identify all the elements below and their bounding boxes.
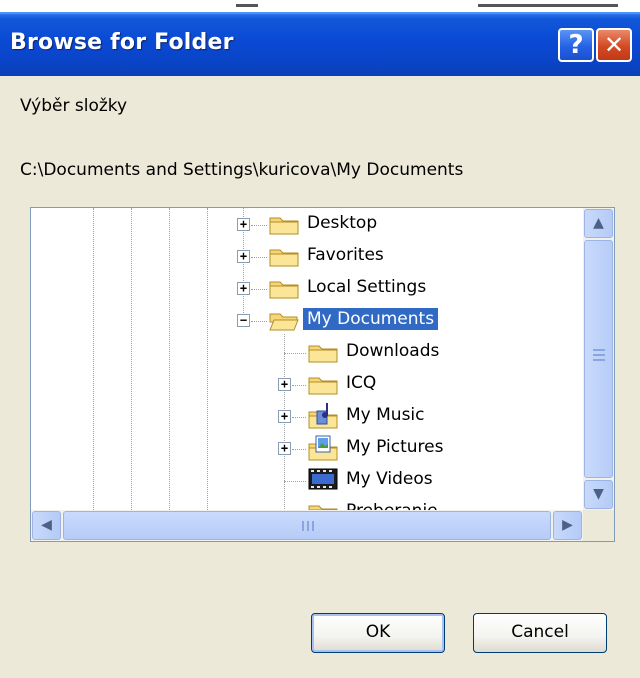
ok-button[interactable]: OK [311, 613, 445, 653]
folder-icon [308, 345, 338, 363]
expand-icon[interactable]: + [237, 282, 250, 295]
vertical-scrollbar[interactable]: ▲ ▼ [583, 208, 614, 510]
videos-folder-icon [308, 468, 338, 490]
folder-icon [308, 377, 338, 395]
pictures-folder-icon [308, 435, 338, 461]
tree-item-label: My Documents [303, 308, 439, 330]
scroll-left-button[interactable]: ◀ [32, 511, 61, 540]
folder-icon [269, 249, 299, 267]
tree-viewport[interactable]: + Desktop + Favorites + Local Settings −… [31, 208, 583, 510]
expand-icon[interactable]: + [237, 250, 250, 263]
expand-icon[interactable]: + [278, 378, 291, 391]
tree-item-icq[interactable]: + ICQ [31, 369, 583, 401]
window-title: Browse for Folder [10, 30, 234, 55]
tree-item-label: ICQ [346, 373, 377, 393]
open-folder-icon [269, 313, 299, 331]
collapse-icon[interactable]: − [237, 314, 250, 327]
tree-item-desktop[interactable]: + Desktop [31, 209, 583, 241]
tree-item-my-pictures[interactable]: + My Pictures [31, 433, 583, 465]
folder-icon [269, 217, 299, 235]
scroll-up-button[interactable]: ▲ [584, 209, 613, 238]
expand-icon[interactable]: + [237, 218, 250, 231]
expand-icon[interactable]: + [278, 410, 291, 423]
expand-icon[interactable]: + [278, 442, 291, 455]
tree-item-my-videos[interactable]: My Videos [31, 465, 583, 497]
folder-icon [308, 505, 338, 510]
close-icon: ✕ [603, 31, 625, 59]
help-icon: ? [568, 30, 584, 60]
music-folder-icon [308, 403, 338, 429]
tree-item-label: Preberanie [342, 500, 442, 510]
chevron-up-icon: ▲ [593, 215, 604, 231]
instruction-text: Výběr složky [20, 96, 128, 116]
scroll-down-button[interactable]: ▼ [584, 480, 613, 509]
tree-item-label: Desktop [307, 213, 378, 233]
horizontal-scroll-thumb[interactable] [63, 511, 551, 540]
tree-item-local-settings[interactable]: + Local Settings [31, 273, 583, 305]
chevron-down-icon: ▼ [593, 486, 604, 502]
tree-item-my-music[interactable]: + My Music [31, 401, 583, 433]
browse-for-folder-dialog: Browse for Folder ? ✕ Výběr složky C:\Do… [0, 0, 640, 678]
vertical-scroll-thumb[interactable] [584, 240, 613, 478]
folder-icon [269, 281, 299, 299]
tree-item-downloads[interactable]: Downloads [31, 337, 583, 369]
chevron-left-icon: ◀ [41, 517, 52, 533]
cancel-button[interactable]: Cancel [473, 613, 607, 653]
current-path: C:\Documents and Settings\kuricova\My Do… [20, 160, 464, 180]
tree-item-label: My Music [346, 405, 425, 425]
scrollbar-corner [583, 510, 614, 541]
tree-item-label: My Videos [346, 469, 433, 489]
title-bar: Browse for Folder ? ✕ [0, 12, 640, 76]
tree-item-preberanie[interactable]: Preberanie [31, 497, 583, 510]
tree-item-my-documents[interactable]: − My Documents [31, 305, 583, 337]
help-button[interactable]: ? [558, 28, 594, 62]
tree-item-label: Downloads [346, 341, 440, 361]
tree-item-label: Favorites [307, 245, 384, 265]
horizontal-scrollbar[interactable]: ◀ ▶ [31, 510, 583, 541]
close-button[interactable]: ✕ [596, 28, 632, 62]
tree-item-label: My Pictures [346, 437, 444, 457]
scroll-right-button[interactable]: ▶ [553, 511, 582, 540]
tree-item-favorites[interactable]: + Favorites [31, 241, 583, 273]
chevron-right-icon: ▶ [562, 517, 573, 533]
tree-item-label: Local Settings [307, 277, 427, 297]
folder-tree[interactable]: + Desktop + Favorites + Local Settings −… [30, 207, 615, 542]
background-strip [0, 0, 640, 12]
